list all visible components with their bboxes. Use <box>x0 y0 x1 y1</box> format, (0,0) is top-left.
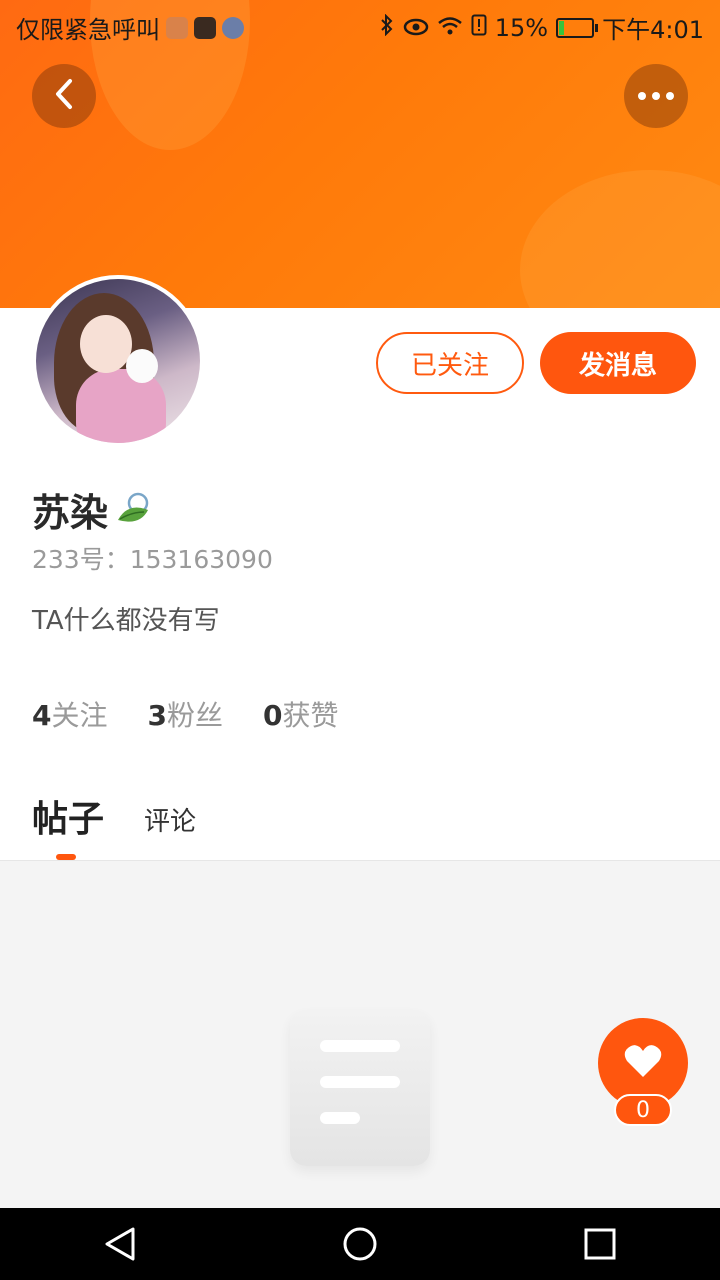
tab-divider <box>0 860 720 861</box>
content-tabs: 帖子 评论 <box>32 790 196 860</box>
battery-icon <box>556 17 599 38</box>
stat-following[interactable]: 4关注 <box>32 694 108 734</box>
more-dots-icon <box>638 92 674 100</box>
browser-app-icon <box>222 16 244 39</box>
recents-square-icon[interactable] <box>570 1214 630 1274</box>
empty-document-icon <box>290 1010 430 1166</box>
wifi-icon <box>437 14 463 42</box>
system-nav-bar <box>0 1208 720 1280</box>
sim-alert-icon <box>471 14 487 42</box>
clock: 下午4:01 <box>602 16 704 44</box>
avatar[interactable] <box>32 275 204 447</box>
heart-icon <box>623 1043 663 1083</box>
user-id: 233号：153163090 <box>32 545 273 574</box>
eye-icon <box>403 14 429 42</box>
user-name: 苏染 <box>32 491 109 535</box>
tab-posts[interactable]: 帖子 <box>32 790 104 842</box>
followed-button[interactable]: 已关注 <box>376 332 524 394</box>
send-message-button[interactable]: 发消息 <box>540 332 696 394</box>
video-app-icon <box>194 16 216 39</box>
back-triangle-icon[interactable] <box>90 1214 150 1274</box>
user-bio: TA什么都没有写 <box>32 606 220 636</box>
banner-decoration <box>520 170 720 308</box>
status-bar: 仅限紧急呼叫 15% 下午4:01 <box>0 0 720 50</box>
leaf-level-icon <box>114 490 154 530</box>
like-count-badge: 0 <box>614 1094 672 1126</box>
chevron-left-icon <box>52 77 76 115</box>
bluetooth-icon <box>379 13 395 42</box>
more-options-button[interactable] <box>624 64 688 128</box>
carrier-text: 仅限紧急呼叫 <box>16 16 160 44</box>
back-button[interactable] <box>32 64 96 128</box>
battery-percent: 15% <box>494 13 549 42</box>
home-circle-icon[interactable] <box>330 1214 390 1274</box>
stat-followers[interactable]: 3粉丝 <box>148 694 224 734</box>
stats-row: 4关注 3粉丝 0获赞 <box>32 694 339 734</box>
avatar-image <box>36 279 200 443</box>
stat-likes: 0获赞 <box>263 699 339 732</box>
shield-app-icon <box>166 16 188 39</box>
tab-comments[interactable]: 评论 <box>144 801 196 842</box>
user-name-row: 苏染 <box>32 482 154 537</box>
